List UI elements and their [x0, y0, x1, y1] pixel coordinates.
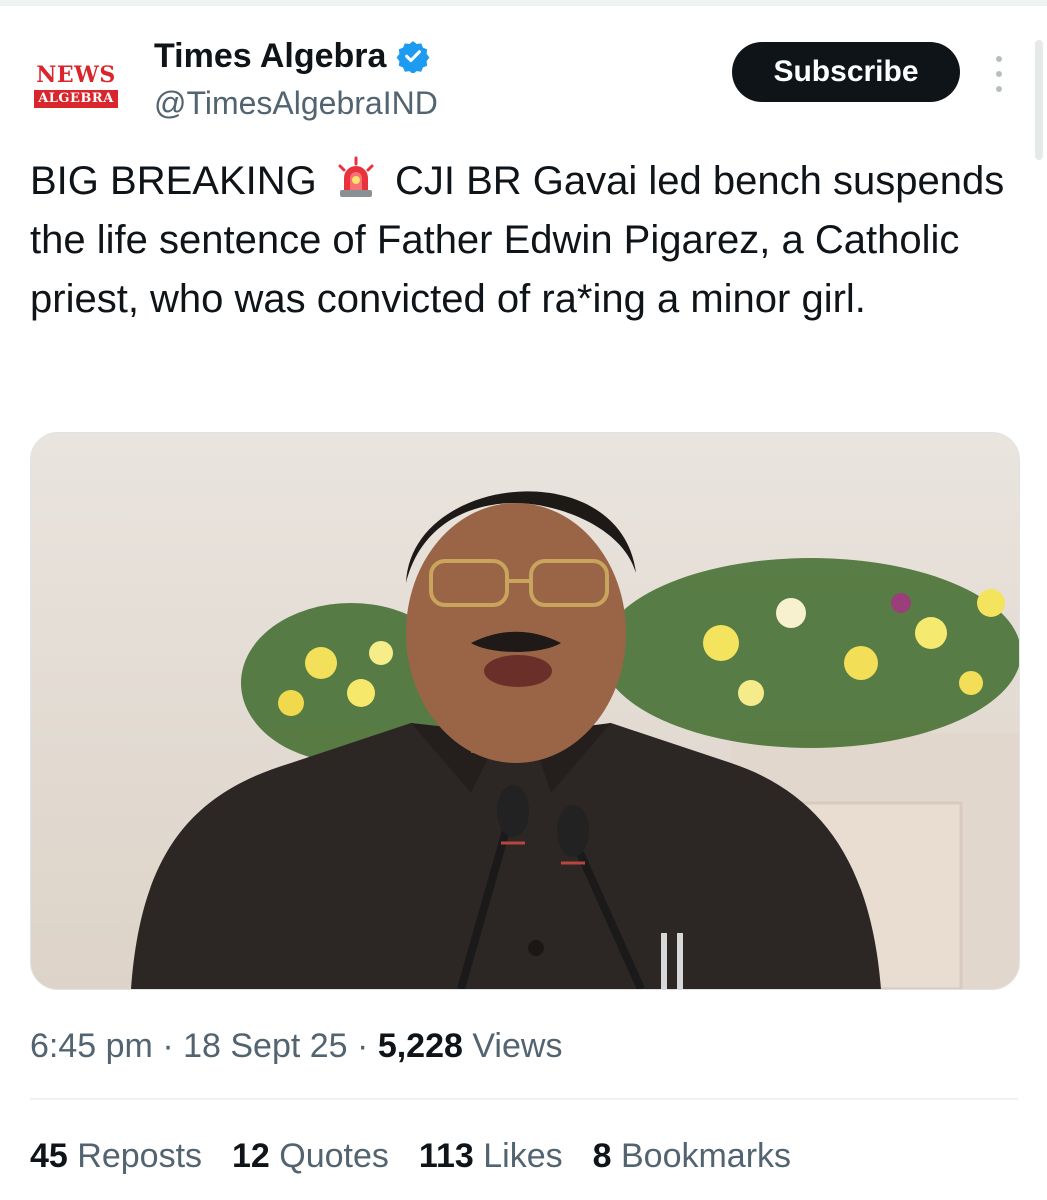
more-dot	[996, 71, 1002, 77]
views-label: Views	[472, 1027, 563, 1065]
reposts-label: Reposts	[77, 1137, 203, 1175]
quotes-count: 12	[232, 1137, 270, 1175]
tweet-text: BIG BREAKING CJI BR Gavai led bench susp…	[30, 152, 1030, 329]
more-dot	[996, 86, 1002, 92]
more-options-icon[interactable]	[984, 56, 1014, 92]
scrollbar[interactable]	[1035, 40, 1043, 160]
logo-text-bottom: ALGEBRA	[34, 90, 118, 108]
likes-label: Likes	[483, 1137, 563, 1175]
display-name[interactable]: Times Algebra	[154, 34, 386, 78]
tweet-text-lead: BIG BREAKING	[30, 159, 317, 203]
more-dot	[996, 56, 1002, 62]
avatar[interactable]: NEWS ALGEBRA	[30, 40, 122, 132]
likes-stat[interactable]: 113 Likes	[419, 1134, 563, 1178]
bookmarks-stat[interactable]: 8 Bookmarks	[593, 1134, 791, 1178]
meta-separator: ·	[162, 1027, 174, 1065]
bookmarks-label: Bookmarks	[620, 1137, 792, 1175]
top-divider	[0, 0, 1047, 6]
tweet-time[interactable]: 6:45 pm	[30, 1027, 153, 1065]
meta-separator: ·	[357, 1027, 369, 1065]
tweet-meta: 6:45 pm · 18 Sept 25 · 5,228 Views	[30, 1024, 562, 1068]
verified-badge-icon	[396, 41, 430, 73]
author-handle[interactable]: @TimesAlgebraIND	[154, 82, 438, 124]
views-count: 5,228	[377, 1027, 463, 1065]
subscribe-button[interactable]: Subscribe	[732, 42, 960, 102]
quotes-stat[interactable]: 12 Quotes	[232, 1134, 389, 1178]
reposts-stat[interactable]: 45 Reposts	[30, 1134, 202, 1178]
tweet-date[interactable]: 18 Sept 25	[183, 1027, 347, 1065]
likes-count: 113	[418, 1137, 474, 1175]
stats-divider	[30, 1098, 1018, 1100]
reposts-count: 45	[30, 1137, 68, 1175]
siren-emoji-icon	[338, 156, 374, 197]
author-name-row: Times Algebra	[154, 34, 430, 78]
bookmarks-count: 8	[592, 1137, 612, 1175]
logo-text-top: NEWS	[36, 62, 116, 88]
photo-illustration	[31, 433, 1019, 989]
quotes-label: Quotes	[279, 1137, 389, 1175]
tweet-image[interactable]	[30, 432, 1020, 990]
engagement-stats: 45 Reposts 12 Quotes 113 Likes 8 Bookmar…	[30, 1134, 791, 1178]
